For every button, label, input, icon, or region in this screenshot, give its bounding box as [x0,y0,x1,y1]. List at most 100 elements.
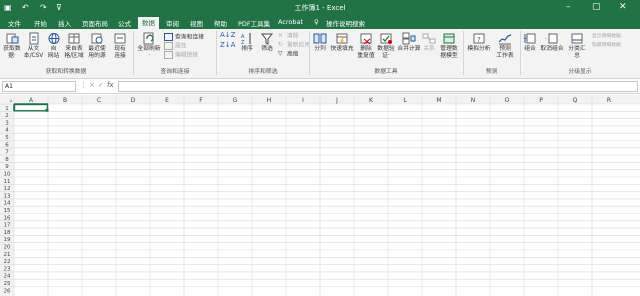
minimize-icon[interactable]: – [566,2,571,12]
column-header-i[interactable]: I [302,97,304,104]
lightbulb-icon[interactable]: ♀ [314,18,319,26]
row-header-6[interactable]: 6 [5,142,9,148]
clear-button[interactable]: ✕ 清除 [278,33,299,41]
consolidate-button[interactable]: 合并计算 [397,32,421,53]
column-header-j[interactable]: J [335,97,338,104]
row-header-21[interactable]: 21 [4,252,11,258]
filter-button[interactable]: 筛选 [258,32,276,53]
sort-ascending-icon[interactable]: A↓Z [220,32,235,39]
column-header-h[interactable]: H [267,97,272,104]
column-header-m[interactable]: M [436,97,441,104]
row-header-5[interactable]: 5 [5,135,9,141]
flash-fill-button[interactable]: 快速填充 [330,32,354,53]
row-header-25[interactable]: 25 [4,281,11,287]
column-header-g[interactable]: G [233,97,238,104]
row-header-1[interactable]: 1 [5,106,9,112]
group-button[interactable]: + 组合 [522,32,538,53]
name-box[interactable]: A1 [2,81,76,92]
tab-data[interactable]: 数据 [138,17,159,29]
row-header-12[interactable]: 12 [4,186,11,192]
tab-formulas[interactable]: 公式 [118,18,131,28]
recent-sources-button[interactable]: 最近使 用的源 [86,32,108,60]
advanced-button[interactable]: ▽ 高级 [278,51,299,59]
enter-icon[interactable]: ✓ [98,81,104,89]
row-header-18[interactable]: 18 [4,230,11,236]
cancel-icon[interactable]: × [89,81,95,89]
row-header-17[interactable]: 17 [4,223,11,229]
get-data-button[interactable]: 获取数 据· [2,32,22,60]
column-header-c[interactable]: C [97,97,101,104]
row-header-16[interactable]: 16 [4,215,11,221]
remove-duplicates-button[interactable]: 删除 重复值 [356,32,376,60]
column-header-o[interactable]: O [505,97,510,104]
column-header-n[interactable]: N [471,97,476,104]
row-header-4[interactable]: 4 [5,128,9,134]
tab-acrobat[interactable]: Acrobat [278,18,303,26]
insert-function-icon[interactable]: fx [107,81,114,89]
tab-pdf-tools[interactable]: PDF工具集 [238,18,270,28]
tab-home[interactable]: 开始 [34,18,47,28]
row-header-15[interactable]: 15 [4,208,11,214]
edit-links-label: 编辑链接 [175,52,199,59]
close-icon[interactable]: ✕ [619,2,627,12]
data-validation-button[interactable]: 数据验 证· [376,32,396,60]
reapply-button[interactable]: ↻ 重新应用 [278,42,310,50]
row-header-24[interactable]: 24 [4,274,11,280]
sort-descending-icon[interactable]: Z↓A [220,42,235,49]
text-to-columns-button[interactable]: 分列 [312,32,328,53]
row-header-2[interactable]: 2 [5,113,9,119]
row-header-26[interactable]: 26 [4,288,11,294]
formula-input[interactable] [118,81,638,92]
subtotal-button[interactable]: 分类汇总 [566,32,588,60]
active-cell-a1[interactable] [13,103,49,112]
row-header-20[interactable]: 20 [4,245,11,251]
column-header-p[interactable]: P [539,97,543,104]
column-header-d[interactable]: D [131,97,136,104]
row-header-11[interactable]: 11 [4,179,11,185]
from-web-button[interactable]: 自 网站 [45,32,62,60]
tab-insert[interactable]: 插入 [58,18,71,28]
tab-review[interactable]: 审阅 [166,18,179,28]
column-header-e[interactable]: E [165,97,169,104]
remove-duplicates-label-2: 重复值 [357,53,375,59]
row-header-10[interactable]: 10 [4,172,11,178]
existing-connections-button[interactable]: 现有 连接 [110,32,130,60]
show-detail-button[interactable]: 显示明细数据 [592,33,621,40]
row-header-14[interactable]: 14 [4,201,11,207]
name-box-dropdown-icon[interactable]: ⋮ [80,81,87,89]
column-header-r[interactable]: R [607,97,611,104]
tell-me-search[interactable]: 操作说明搜索 [326,18,365,28]
row-header-13[interactable]: 13 [4,193,11,199]
fill-handle[interactable] [45,108,49,112]
hide-detail-button[interactable]: 隐藏明细数据 [592,42,621,49]
refresh-all-button[interactable]: 全部刷新 · [135,32,163,60]
tab-view[interactable]: 视图 [190,18,203,28]
row-header-3[interactable]: 3 [5,120,9,126]
ungroup-button[interactable]: - 取消组合 [540,32,564,53]
from-text-button[interactable]: 从文 本/CSV [23,32,44,60]
from-table-button[interactable]: 来自表 格/区域 [63,32,85,60]
restore-icon[interactable]: ▢ [592,2,601,12]
row-header-23[interactable]: 23 [4,266,11,272]
sort-button[interactable]: AZ 排序 [238,32,256,53]
worksheet-grid[interactable]: A B C D E F G H I J K L M N O P Q R1234567891011121314151… [0,95,640,296]
row-header-19[interactable]: 19 [4,237,11,243]
column-header-b[interactable]: B [63,97,67,104]
row-header-22[interactable]: 22 [4,259,11,265]
tab-file[interactable]: 文件 [8,18,21,28]
queries-connections-button[interactable]: 查询和连接 [164,33,204,42]
manage-data-model-button[interactable]: 管理数 据模型 [438,32,460,60]
tab-page-layout[interactable]: 页面布局 [82,18,108,28]
what-if-analysis-button[interactable]: ? 模拟分析 [465,32,493,53]
properties-button[interactable]: 属性 [164,42,187,51]
column-header-f[interactable]: F [199,97,203,104]
tab-help[interactable]: 帮助 [214,18,227,28]
column-header-q[interactable]: Q [573,97,578,104]
row-header-8[interactable]: 8 [5,157,9,163]
edit-links-button[interactable]: 编辑链接 [164,51,198,60]
relationships-label: 关系 [423,46,435,52]
row-header-7[interactable]: 7 [5,150,9,156]
row-header-9[interactable]: 9 [5,164,9,170]
relationships-button[interactable]: 关系 [422,32,436,53]
forecast-sheet-button[interactable]: 预测 工作表 [494,32,516,60]
